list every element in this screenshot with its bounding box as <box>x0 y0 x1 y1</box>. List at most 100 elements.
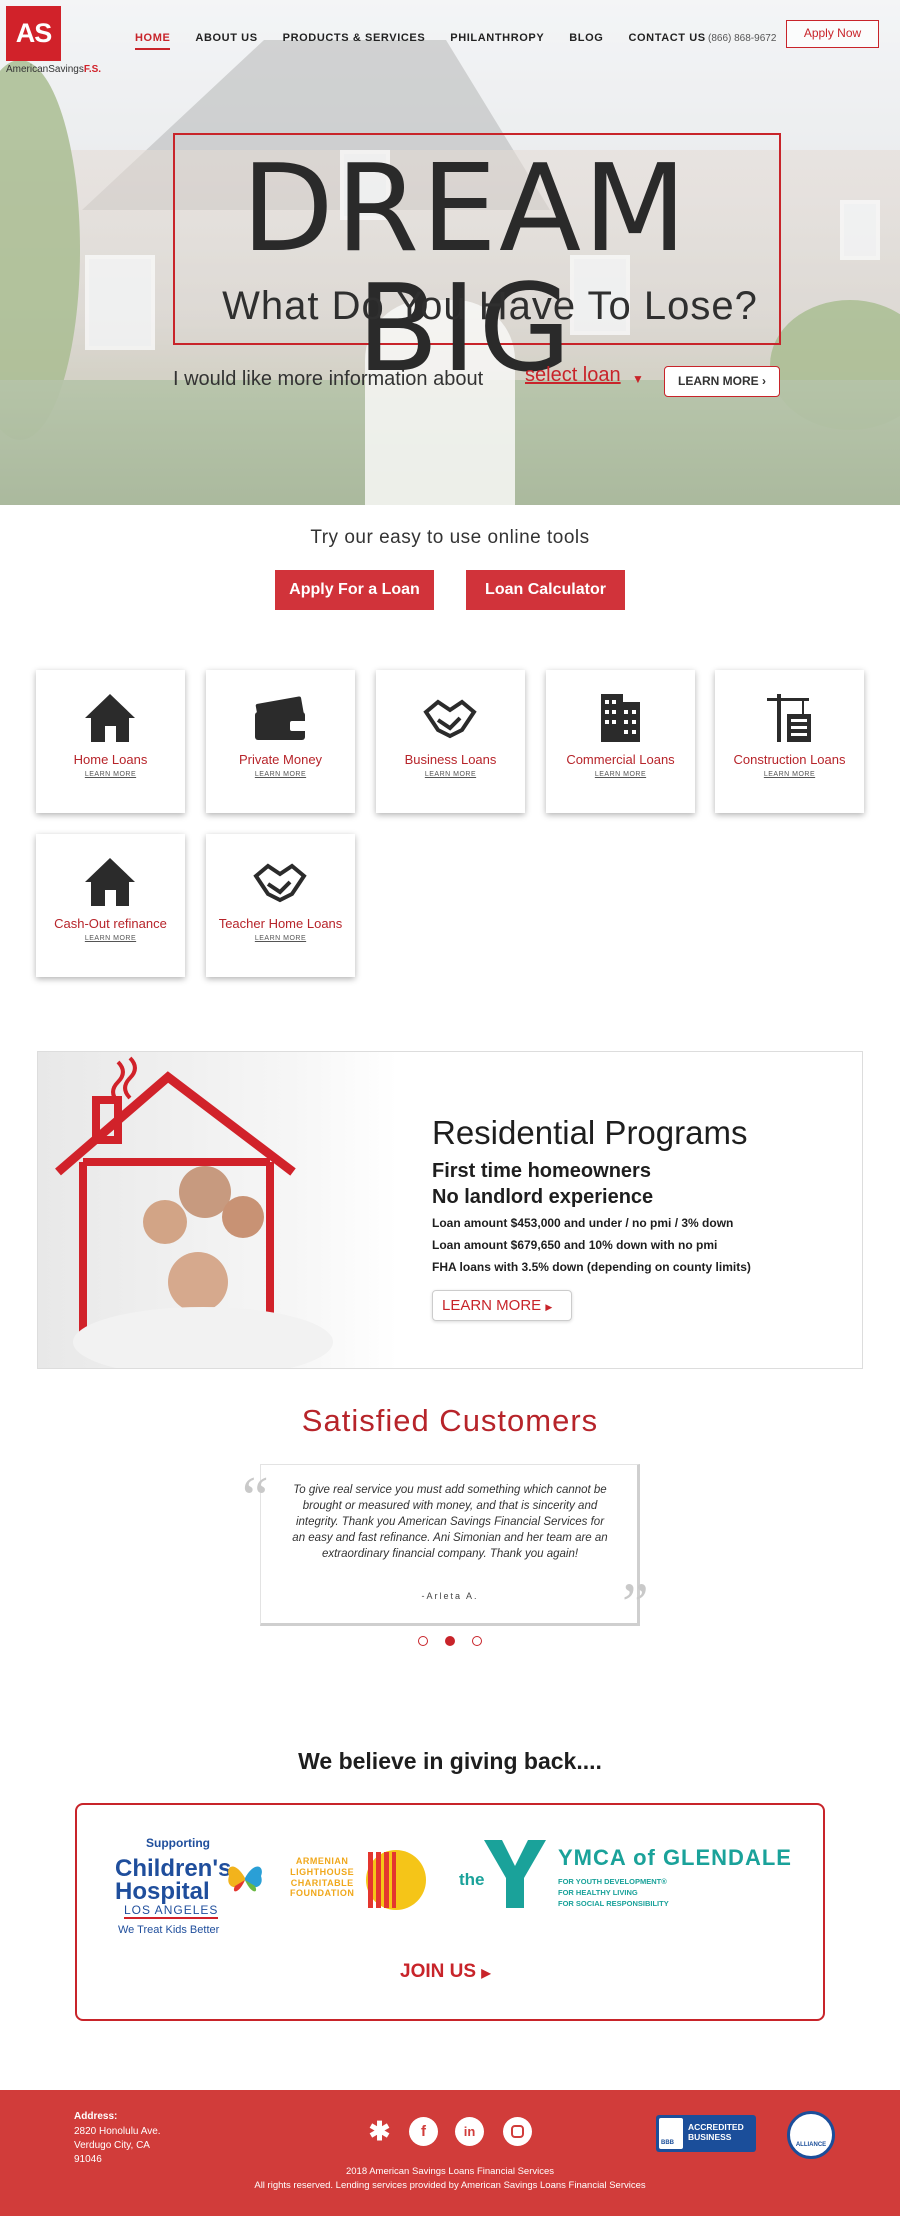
loan-card-private-money[interactable]: Private Money LEARN MORE <box>206 670 355 813</box>
join-us-button[interactable]: JOIN US ▶ <box>400 1961 491 1983</box>
play-arrow-icon: ▶ <box>545 1302 553 1312</box>
address-line: Verdugo City, CA <box>74 2140 150 2151</box>
apply-now-button[interactable]: Apply Now <box>786 20 879 48</box>
crane-icon <box>767 694 811 742</box>
handshake-icon <box>253 863 307 903</box>
loan-select[interactable]: select loan <box>525 364 621 387</box>
hero-subheadline: What Do You Have To Lose? <box>222 284 758 328</box>
carousel-dot-active[interactable] <box>445 1636 455 1646</box>
loan-card-title: Private Money <box>238 752 323 767</box>
footer <box>0 2090 900 2216</box>
bbb-label: BBB <box>661 2140 674 2146</box>
giving-title: We believe in giving back.... <box>298 1748 602 1774</box>
money-icon <box>255 696 307 740</box>
nav-about-us[interactable]: ABOUT US <box>195 32 257 50</box>
testimonial-quote: To give real service you must add someth… <box>292 1484 608 1561</box>
residential-line: Loan amount $679,650 and 10% down with n… <box>432 1238 718 1252</box>
linkedin-icon[interactable]: in <box>455 2117 484 2146</box>
logo-name: AmericanSavingsF.S. <box>6 64 101 75</box>
logo-mark: AS <box>6 6 61 61</box>
chla-los-angeles: LOS ANGELES <box>124 1903 219 1919</box>
caret-down-icon[interactable]: ▼ <box>632 372 644 386</box>
loan-card-commercial[interactable]: Commercial Loans LEARN MORE <box>546 670 695 813</box>
bbb-accredited-badge[interactable]: BBB ACCREDITED BUSINESS <box>656 2115 756 2152</box>
instagram-icon[interactable] <box>503 2117 532 2146</box>
alliance-badge[interactable]: ALLIANCE <box>787 2111 835 2159</box>
close-quote-icon: ” <box>622 1571 649 1637</box>
residential-programs-panel: Residential Programs First time homeowne… <box>37 1051 863 1369</box>
nav-products-services[interactable]: PRODUCTS & SERVICES <box>283 32 426 50</box>
loan-calculator-button[interactable]: Loan Calculator <box>466 570 625 610</box>
loan-card-link[interactable]: LEARN MORE <box>36 935 185 942</box>
address-label: Address: <box>74 2111 118 2122</box>
building-icon <box>601 694 640 742</box>
join-us-label: JOIN US <box>400 1961 477 1982</box>
carousel-dot[interactable] <box>472 1636 482 1646</box>
loan-card-teacher[interactable]: Teacher Home Loans LEARN MORE <box>206 834 355 977</box>
house-icon <box>85 858 135 906</box>
residential-line: FHA loans with 3.5% down (depending on c… <box>432 1260 751 1274</box>
site-logo[interactable]: AS AmericanSavingsF.S. <box>6 6 106 76</box>
nav-home[interactable]: HOME <box>135 32 171 50</box>
phone-number[interactable]: (866) 868-9672 <box>708 33 776 44</box>
loan-card-home[interactable]: Home Loans LEARN MORE <box>36 670 185 813</box>
copyright-line: 2018 American Savings Loans Financial Se… <box>345 2166 555 2177</box>
hero-learn-more-button[interactable]: LEARN MORE › <box>664 366 780 397</box>
house-icon <box>85 694 135 742</box>
address-line: 2820 Honolulu Ave. <box>74 2126 161 2137</box>
alcf-sun-icon <box>366 1850 426 1910</box>
ymca-line: FOR HEALTHY LIVING <box>558 1888 638 1897</box>
alcf-line: CHARITABLE <box>290 1877 354 1888</box>
facebook-icon[interactable]: f <box>409 2117 438 2146</box>
bbb-text-line: BUSINESS <box>688 2131 732 2142</box>
loan-card-link[interactable]: LEARN MORE <box>376 771 525 778</box>
loan-card-business[interactable]: Business Loans LEARN MORE <box>376 670 525 813</box>
loan-card-link[interactable]: LEARN MORE <box>546 771 695 778</box>
testimonials-title: Satisfied Customers <box>301 1403 599 1438</box>
bbb-text-line: ACCREDITED <box>688 2122 744 2132</box>
loan-card-link[interactable]: LEARN MORE <box>36 771 185 778</box>
loan-card-cash-out[interactable]: Cash-Out refinance LEARN MORE <box>36 834 185 977</box>
residential-title: Residential Programs <box>432 1114 748 1151</box>
chla-name-line: Hospital <box>115 1877 210 1905</box>
loan-card-link[interactable]: LEARN MORE <box>715 771 864 778</box>
ymca-name[interactable]: YMCA of GLENDALE <box>558 1845 792 1871</box>
loan-card-construction[interactable]: Construction Loans LEARN MORE <box>715 670 864 813</box>
loan-card-title: Cash-Out refinance <box>54 916 167 931</box>
ymca-line: FOR SOCIAL RESPONSIBILITY <box>558 1899 669 1908</box>
residential-heading: First time homeowners <box>432 1160 651 1182</box>
chla-name[interactable]: Children's Hospital <box>115 1857 231 1905</box>
alcf-name[interactable]: ARMENIAN LIGHTHOUSE CHARITABLE FOUNDATIO… <box>290 1856 354 1899</box>
chevron-right-icon: › <box>762 374 766 388</box>
loan-card-title: Home Loans <box>73 752 148 767</box>
loan-card-link[interactable]: LEARN MORE <box>206 771 355 778</box>
family-photo <box>38 1052 398 1368</box>
play-arrow-icon: ▶ <box>481 1966 491 1980</box>
ymca-the: the <box>459 1870 485 1889</box>
alcf-line: FOUNDATION <box>290 1888 355 1899</box>
address-line: 91046 <box>74 2154 102 2165</box>
main-nav: HOME ABOUT US PRODUCTS & SERVICES PHILAN… <box>135 32 731 50</box>
loan-card-title: Construction Loans <box>733 752 846 767</box>
loan-card-title: Teacher Home Loans <box>218 916 343 931</box>
residential-line: Loan amount $453,000 and under / no pmi … <box>432 1216 734 1230</box>
yelp-icon[interactable]: ✱ <box>365 2117 394 2146</box>
loan-card-title: Commercial Loans <box>566 752 675 767</box>
ymca-y-logo-icon[interactable] <box>484 1840 546 1908</box>
apply-for-loan-button[interactable]: Apply For a Loan <box>275 570 434 610</box>
residential-heading: No landlord experience <box>432 1186 654 1208</box>
nav-blog[interactable]: BLOG <box>569 32 603 50</box>
bbb-text: ACCREDITED BUSINESS <box>688 2122 744 2143</box>
alcf-line: LIGHTHOUSE <box>290 1866 355 1877</box>
butterfly-icon <box>228 1866 262 1892</box>
nav-contact-us[interactable]: CONTACT US <box>628 32 705 50</box>
handshake-icon <box>423 699 477 739</box>
residential-learn-more-button[interactable]: LEARN MORE ▶ <box>432 1290 572 1321</box>
hero-learn-more-label: LEARN MORE <box>677 374 759 388</box>
alliance-label: ALLIANCE <box>795 2142 827 2148</box>
tools-title: Try our easy to use online tools <box>310 527 590 548</box>
nav-philanthropy[interactable]: PHILANTHROPY <box>450 32 544 50</box>
testimonial-author: -Arleta A. <box>421 1591 479 1601</box>
carousel-dot[interactable] <box>418 1636 428 1646</box>
loan-card-link[interactable]: LEARN MORE <box>206 935 355 942</box>
